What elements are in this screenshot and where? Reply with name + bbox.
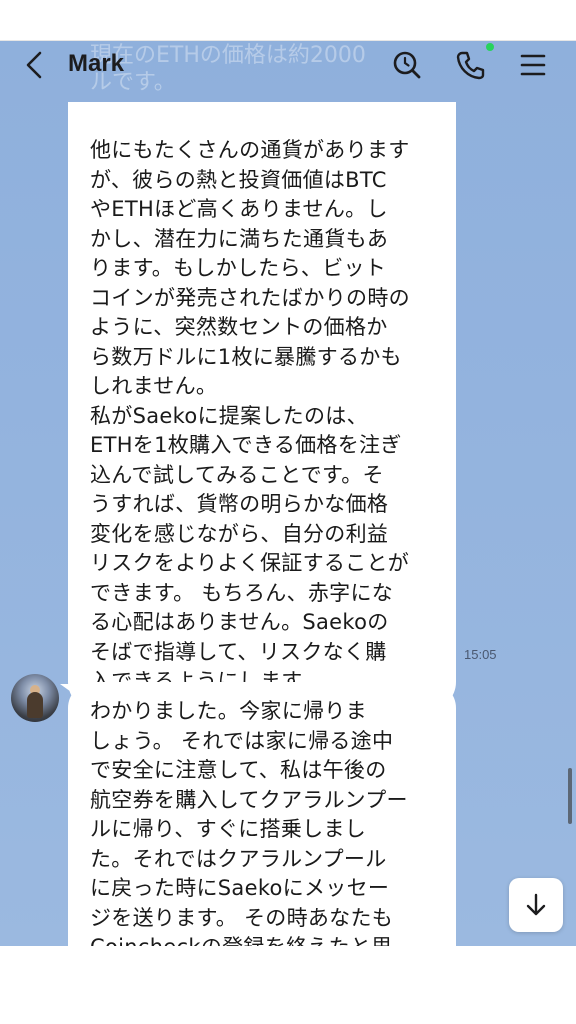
chat-screen: 現在のETHの価格は約2000 ルです。 他にもたくさんの通貨があります が、彼ら…: [0, 0, 576, 1024]
chat-header: Mark: [0, 40, 576, 90]
message-bubble[interactable]: わかりました。今家に帰りま しょう。 それでは家に帰る途中 で安全に注意して、私…: [60, 682, 456, 946]
search-button[interactable]: [390, 48, 424, 82]
chat-message-list[interactable]: 現在のETHの価格は約2000 ルです。 他にもたくさんの通貨があります が、彼ら…: [0, 40, 576, 946]
message-timestamp: 15:05: [464, 647, 497, 662]
status-strip: [0, 0, 576, 41]
arrow-down-icon: [526, 893, 546, 916]
message-bubble[interactable]: 他にもたくさんの通貨があります が、彼らの熱と投資価値はBTC やETHほど高く…: [68, 102, 456, 710]
call-button[interactable]: [454, 48, 488, 82]
search-icon: [393, 51, 421, 79]
message-text: 他にもたくさんの通貨があります が、彼らの熱と投資価値はBTC やETHほど高く…: [90, 138, 410, 693]
contact-avatar[interactable]: [11, 674, 59, 722]
chevron-left-icon: [26, 51, 42, 79]
phone-icon: [456, 51, 485, 80]
online-status-dot: [486, 43, 494, 51]
scrollbar[interactable]: [568, 768, 572, 824]
menu-icon: [520, 54, 546, 76]
scroll-to-bottom-button[interactable]: [509, 878, 563, 932]
avatar-figure: [27, 692, 43, 718]
bottom-blank-area: [0, 946, 576, 1024]
message-text: わかりました。今家に帰りま しょう。 それでは家に帰る途中 で安全に注意して、私…: [90, 699, 408, 946]
bubble-tail: [60, 684, 74, 694]
menu-button[interactable]: [516, 48, 550, 82]
back-button[interactable]: [18, 48, 52, 82]
contact-name[interactable]: Mark: [68, 50, 124, 78]
